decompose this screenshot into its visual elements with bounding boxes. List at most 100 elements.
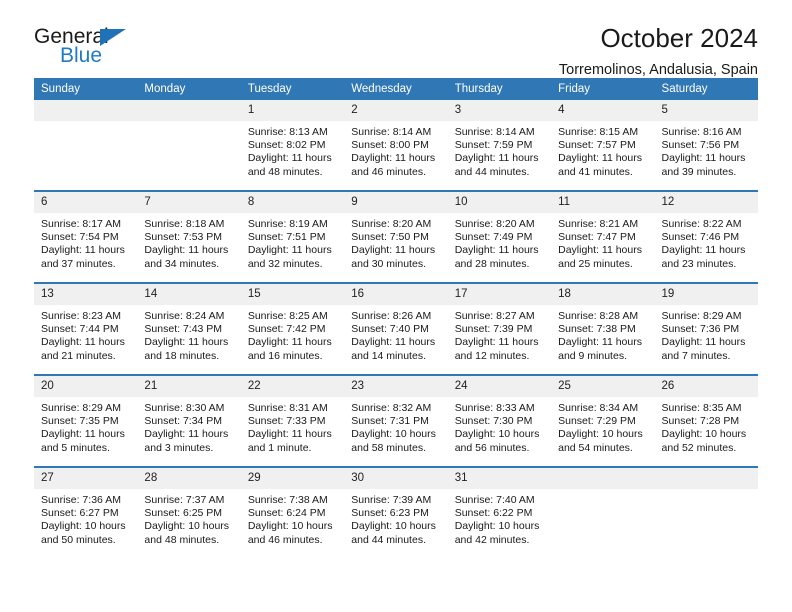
day-details: Sunrise: 7:37 AM Sunset: 6:25 PM Daylight:… bbox=[137, 489, 240, 547]
day-number: 8 bbox=[240, 192, 345, 213]
calendar-day-cell[interactable]: 25 Sunrise: 8:34 AM Sunset: 7:29 PM Dayligh… bbox=[551, 375, 655, 468]
day-details: Sunrise: 8:30 AM Sunset: 7:34 PM Daylight:… bbox=[137, 397, 240, 455]
sunrise-text: Sunrise: 8:24 AM bbox=[144, 310, 225, 322]
sunset-text: Sunset: 6:23 PM bbox=[351, 507, 429, 520]
sunrise-text: Sunrise: 8:26 AM bbox=[351, 310, 432, 322]
day-details: Sunrise: 8:14 AM Sunset: 8:00 PM Daylight:… bbox=[344, 121, 447, 179]
daylight-text-line2: and 18 minutes. bbox=[144, 349, 220, 362]
calendar-day-cell[interactable]: 22 Sunrise: 8:31 AM Sunset: 7:33 PM Dayligh… bbox=[240, 375, 345, 468]
day-number: 22 bbox=[240, 376, 345, 397]
day-details: Sunrise: 7:40 AM Sunset: 6:22 PM Daylight:… bbox=[448, 489, 551, 547]
sunrise-text: Sunrise: 8:28 AM bbox=[558, 310, 639, 322]
calendar-day-cell[interactable]: 27 Sunrise: 7:36 AM Sunset: 6:27 PM Dayligh… bbox=[34, 467, 138, 558]
daylight-text-line2: and 58 minutes. bbox=[351, 441, 426, 454]
day-number: 21 bbox=[137, 376, 241, 397]
daylight-text-line1: Daylight: 11 hours bbox=[351, 244, 436, 257]
calendar-day-cell[interactable]: 9 Sunrise: 8:20 AM Sunset: 7:50 PM Daylight… bbox=[344, 191, 448, 284]
daylight-text-line2: and 12 minutes. bbox=[454, 349, 530, 362]
daylight-text-line2: and 48 minutes. bbox=[144, 533, 220, 546]
day-number: 24 bbox=[447, 376, 552, 397]
calendar-week-row: 13 Sunrise: 8:23 AM Sunset: 7:44 PM Dayligh… bbox=[34, 283, 758, 376]
day-details: Sunrise: 8:29 AM Sunset: 7:36 PM Daylight:… bbox=[655, 305, 758, 363]
weekday-header-tuesday: Tuesday bbox=[240, 78, 345, 100]
sunrise-text: Sunrise: 8:14 AM bbox=[351, 126, 432, 138]
calendar-day-cell[interactable]: 8 Sunrise: 8:19 AM Sunset: 7:51 PM Daylight… bbox=[240, 191, 345, 284]
day-number: 15 bbox=[240, 284, 345, 305]
day-number: 16 bbox=[344, 284, 448, 305]
calendar-day-cell[interactable]: 15 Sunrise: 8:25 AM Sunset: 7:42 PM Dayligh… bbox=[240, 283, 345, 376]
calendar-day-cell[interactable]: 19 Sunrise: 8:29 AM Sunset: 7:36 PM Dayligh… bbox=[654, 283, 758, 376]
daylight-text-line1: Daylight: 10 hours bbox=[454, 428, 540, 441]
daylight-text-line2: and 42 minutes. bbox=[454, 533, 530, 546]
sunrise-text: Sunrise: 8:32 AM bbox=[351, 402, 432, 414]
calendar-week-row: 6 Sunrise: 8:17 AM Sunset: 7:54 PM Daylight… bbox=[34, 191, 758, 284]
calendar-day-cell[interactable]: 6 Sunrise: 8:17 AM Sunset: 7:54 PM Daylight… bbox=[34, 191, 138, 284]
day-box: 1 Sunrise: 8:13 AM Sunset: 8:02 PM Daylight… bbox=[240, 100, 345, 188]
day-details: Sunrise: 8:22 AM Sunset: 7:46 PM Daylight:… bbox=[655, 213, 758, 271]
weekday-header-thursday: Thursday bbox=[447, 78, 552, 100]
calendar-day-cell[interactable]: 16 Sunrise: 8:26 AM Sunset: 7:40 PM Dayligh… bbox=[344, 283, 448, 376]
daylight-text-line2: and 1 minute. bbox=[247, 441, 312, 454]
calendar-day-cell[interactable]: 11 Sunrise: 8:21 AM Sunset: 7:47 PM Dayligh… bbox=[551, 191, 655, 284]
general-blue-logo[interactable]: General Blue bbox=[34, 26, 234, 74]
sunrise-text: Sunrise: 8:17 AM bbox=[41, 218, 121, 230]
calendar-day-cell[interactable]: 21 Sunrise: 8:30 AM Sunset: 7:34 PM Dayligh… bbox=[137, 375, 241, 468]
calendar-day-cell[interactable]: 23 Sunrise: 8:32 AM Sunset: 7:31 PM Dayligh… bbox=[344, 375, 448, 468]
calendar-cell-empty bbox=[137, 100, 241, 192]
calendar-day-cell[interactable]: 13 Sunrise: 8:23 AM Sunset: 7:44 PM Dayligh… bbox=[34, 283, 138, 376]
sunrise-text: Sunrise: 8:21 AM bbox=[558, 218, 639, 230]
day-number: 31 bbox=[447, 468, 552, 489]
calendar-day-cell[interactable]: 31 Sunrise: 7:40 AM Sunset: 6:22 PM Dayligh… bbox=[447, 467, 552, 558]
daylight-text-line1: Daylight: 11 hours bbox=[661, 336, 746, 349]
calendar-day-cell[interactable]: 4 Sunrise: 8:15 AM Sunset: 7:57 PM Daylight… bbox=[551, 100, 655, 192]
daylight-text-line2: and 14 minutes. bbox=[351, 349, 426, 362]
daylight-text-line1: Daylight: 11 hours bbox=[558, 244, 642, 257]
daylight-text-line1: Daylight: 11 hours bbox=[351, 152, 436, 165]
daylight-text-line1: Daylight: 11 hours bbox=[247, 428, 332, 441]
sunrise-text: Sunrise: 7:36 AM bbox=[41, 494, 121, 506]
calendar-day-cell[interactable]: 2 Sunrise: 8:14 AM Sunset: 8:00 PM Daylight… bbox=[344, 100, 448, 192]
calendar-day-cell[interactable]: 20 Sunrise: 8:29 AM Sunset: 7:35 PM Dayligh… bbox=[34, 375, 138, 468]
calendar-day-cell[interactable]: 18 Sunrise: 8:28 AM Sunset: 7:38 PM Dayligh… bbox=[551, 283, 655, 376]
sunset-text: Sunset: 7:56 PM bbox=[661, 139, 740, 152]
day-box bbox=[654, 468, 758, 556]
day-details: Sunrise: 8:20 AM Sunset: 7:50 PM Daylight:… bbox=[344, 213, 447, 271]
calendar-day-cell[interactable]: 7 Sunrise: 8:18 AM Sunset: 7:53 PM Daylight… bbox=[137, 191, 241, 284]
day-box: 30 Sunrise: 7:39 AM Sunset: 6:23 PM Dayligh… bbox=[344, 468, 448, 556]
calendar-day-cell[interactable]: 30 Sunrise: 7:39 AM Sunset: 6:23 PM Dayligh… bbox=[344, 467, 448, 558]
weekday-header-wednesday: Wednesday bbox=[344, 78, 448, 100]
calendar-cell-empty bbox=[551, 467, 655, 558]
calendar-day-cell[interactable]: 29 Sunrise: 7:38 AM Sunset: 6:24 PM Dayligh… bbox=[240, 467, 345, 558]
calendar-day-cell[interactable]: 5 Sunrise: 8:16 AM Sunset: 7:56 PM Daylight… bbox=[654, 100, 758, 192]
daylight-text-line2: and 44 minutes. bbox=[351, 533, 426, 546]
calendar-day-cell[interactable]: 12 Sunrise: 8:22 AM Sunset: 7:46 PM Dayligh… bbox=[654, 191, 758, 284]
sunrise-text: Sunrise: 8:29 AM bbox=[41, 402, 121, 414]
day-box: 31 Sunrise: 7:40 AM Sunset: 6:22 PM Dayligh… bbox=[447, 468, 552, 556]
daylight-text-line2: and 28 minutes. bbox=[454, 257, 530, 270]
calendar-day-cell[interactable]: 26 Sunrise: 8:35 AM Sunset: 7:28 PM Dayligh… bbox=[654, 375, 758, 468]
sunrise-text: Sunrise: 7:40 AM bbox=[454, 494, 535, 506]
day-box bbox=[551, 468, 655, 556]
day-box: 21 Sunrise: 8:30 AM Sunset: 7:34 PM Dayligh… bbox=[137, 376, 241, 464]
sunset-text: Sunset: 7:35 PM bbox=[41, 415, 119, 428]
calendar-day-cell[interactable]: 3 Sunrise: 8:14 AM Sunset: 7:59 PM Daylight… bbox=[447, 100, 552, 192]
calendar-day-cell[interactable]: 1 Sunrise: 8:13 AM Sunset: 8:02 PM Daylight… bbox=[240, 100, 345, 192]
calendar-day-cell[interactable]: 17 Sunrise: 8:27 AM Sunset: 7:39 PM Dayligh… bbox=[447, 283, 552, 376]
day-box: 9 Sunrise: 8:20 AM Sunset: 7:50 PM Daylight… bbox=[344, 192, 448, 280]
sunrise-text: Sunrise: 8:31 AM bbox=[247, 402, 328, 414]
daylight-text-line2: and 48 minutes. bbox=[247, 165, 323, 178]
weekday-header-sunday: Sunday bbox=[34, 78, 138, 100]
calendar-day-cell[interactable]: 28 Sunrise: 7:37 AM Sunset: 6:25 PM Dayligh… bbox=[137, 467, 241, 558]
daylight-text-line1: Daylight: 10 hours bbox=[247, 520, 333, 533]
calendar-day-cell[interactable]: 24 Sunrise: 8:33 AM Sunset: 7:30 PM Dayligh… bbox=[447, 375, 552, 468]
daylight-text-line2: and 41 minutes. bbox=[558, 165, 633, 178]
day-details: Sunrise: 8:23 AM Sunset: 7:44 PM Daylight:… bbox=[34, 305, 137, 363]
sunrise-text: Sunrise: 8:23 AM bbox=[41, 310, 121, 322]
calendar-day-cell[interactable]: 14 Sunrise: 8:24 AM Sunset: 7:43 PM Dayligh… bbox=[137, 283, 241, 376]
day-details: Sunrise: 8:16 AM Sunset: 7:56 PM Daylight:… bbox=[655, 121, 758, 179]
day-number: 29 bbox=[240, 468, 345, 489]
daylight-text-line1: Daylight: 10 hours bbox=[351, 520, 436, 533]
daylight-text-line2: and 39 minutes. bbox=[661, 165, 737, 178]
calendar-day-cell[interactable]: 10 Sunrise: 8:20 AM Sunset: 7:49 PM Dayligh… bbox=[447, 191, 552, 284]
daylight-text-line2: and 16 minutes. bbox=[247, 349, 323, 362]
